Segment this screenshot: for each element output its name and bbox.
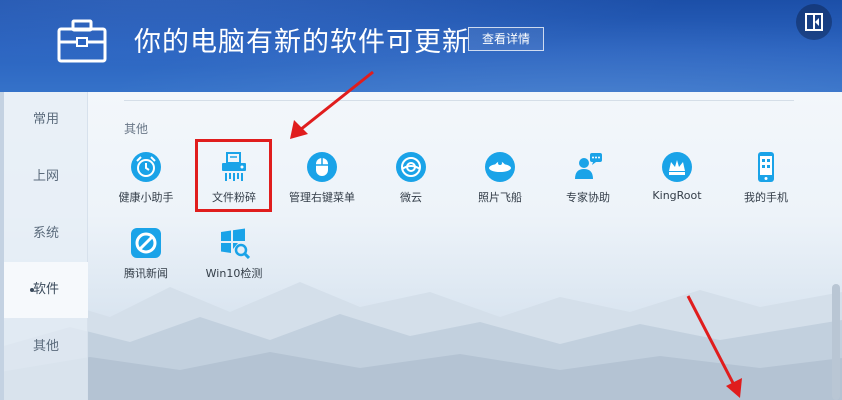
sidebar: 常用 上网 系统 软件 其他 [0, 92, 88, 400]
sidebar-item-label: 软件 [32, 282, 59, 297]
tool-label: 照片飞船 [478, 191, 522, 204]
tool-weiyun[interactable]: 微云 [367, 151, 455, 227]
tool-label: 腾讯新闻 [124, 267, 168, 280]
tool-label: 管理右键菜单 [289, 191, 355, 204]
tencent-news-icon [131, 228, 161, 258]
exit-button[interactable] [796, 4, 832, 40]
spaceship-icon [485, 152, 515, 182]
crown-icon [662, 152, 692, 182]
mouse-icon [307, 152, 337, 182]
sidebar-item-system[interactable]: 系统 [4, 206, 88, 262]
tool-my-phone[interactable]: 我的手机 [722, 151, 810, 227]
win10-check-icon [221, 228, 250, 259]
tool-label: 健康小助手 [118, 191, 174, 204]
toolbox-content: 常用 上网 系统 软件 其他 其他 健康小助手 文件粉碎 管理右键菜单 微云 照… [0, 92, 842, 400]
tool-health-assistant[interactable]: 健康小助手 [102, 151, 190, 227]
phone-icon [758, 152, 774, 182]
update-banner: 你的电脑有新的软件可更新 查看详情 [0, 0, 842, 92]
view-details-button[interactable]: 查看详情 [468, 27, 544, 51]
tool-label: KingRoot [652, 189, 702, 202]
tool-tencent-news[interactable]: 腾讯新闻 [102, 227, 190, 303]
tool-label: 微云 [400, 191, 422, 204]
tool-photo-ship[interactable]: 照片飞船 [456, 151, 544, 227]
file-shredder-icon [222, 152, 246, 181]
scrollbar[interactable] [832, 284, 840, 400]
sidebar-item-software[interactable]: 软件 [4, 262, 88, 318]
update-title: 你的电脑有新的软件可更新 [134, 27, 470, 58]
sidebar-item-common[interactable]: 常用 [4, 92, 88, 148]
tool-label: Win10检测 [205, 267, 263, 280]
active-dot-icon [30, 288, 34, 292]
tool-label: 文件粉碎 [212, 191, 256, 204]
tool-expert-help[interactable]: 专家协助 [544, 151, 632, 227]
tool-file-shredder[interactable]: 文件粉碎 [190, 151, 278, 227]
section-divider [124, 100, 794, 101]
sidebar-item-other[interactable]: 其他 [4, 319, 88, 375]
tool-label: 我的手机 [744, 191, 788, 204]
sidebar-item-internet[interactable]: 上网 [4, 149, 88, 205]
section-title: 其他 [124, 122, 149, 136]
cloud-icon [396, 152, 426, 182]
tool-context-menu[interactable]: 管理右键菜单 [278, 151, 366, 227]
tool-win10-check[interactable]: Win10检测 [190, 227, 278, 303]
tool-label: 专家协助 [566, 191, 610, 204]
exit-icon [805, 13, 823, 31]
alarm-clock-icon [131, 152, 161, 182]
expert-chat-icon [575, 153, 602, 179]
toolbox-icon [57, 19, 107, 63]
tool-kingroot[interactable]: KingRoot [633, 151, 721, 227]
